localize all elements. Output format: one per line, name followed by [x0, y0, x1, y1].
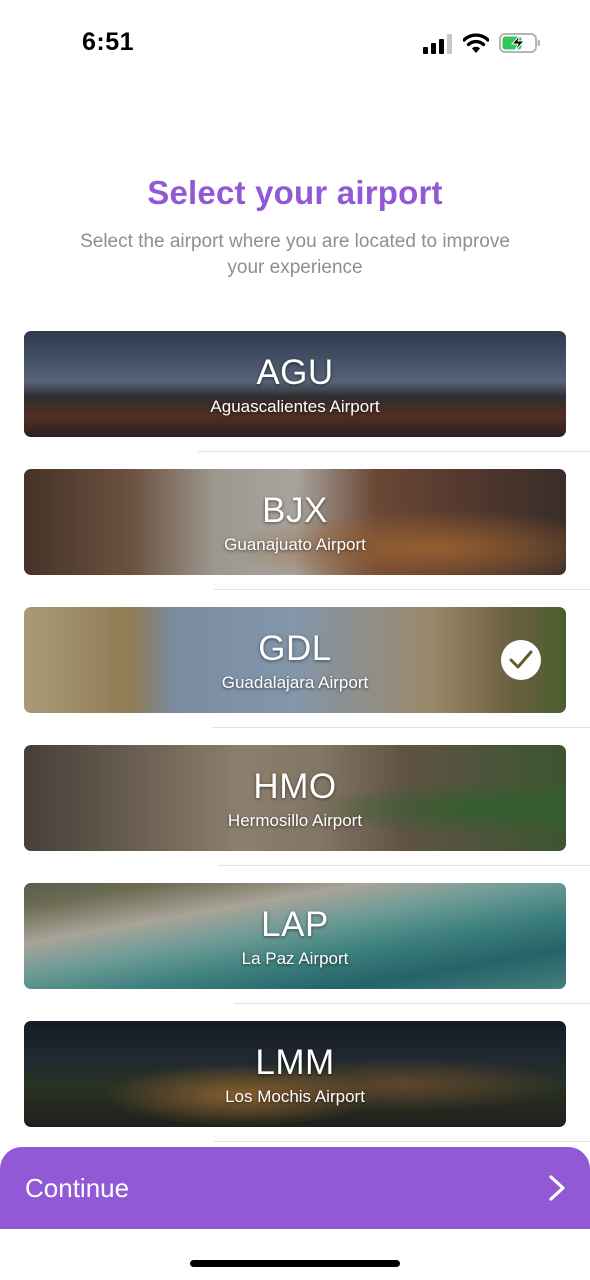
wifi-icon — [463, 33, 489, 53]
divider — [214, 589, 590, 590]
airport-code: AGU — [256, 353, 334, 392]
airport-code: GDL — [258, 629, 332, 668]
airport-code: LAP — [261, 905, 329, 944]
continue-label: Continue — [25, 1173, 130, 1203]
page-subtitle: Select the airport where you are located… — [80, 231, 510, 278]
airport-card-gdl[interactable]: GDL Guadalajara Airport — [24, 607, 566, 713]
airport-card-agu[interactable]: AGU Aguascalientes Airport — [24, 331, 566, 437]
chevron-right-icon — [549, 1175, 565, 1201]
airport-name: Guadalajara Airport — [221, 673, 369, 692]
signal-icon — [423, 34, 452, 54]
check-icon — [501, 640, 541, 680]
airport-name: Hermosillo Airport — [227, 811, 363, 830]
divider — [212, 727, 590, 728]
airport-code: LMM — [255, 1043, 335, 1082]
divider — [234, 1003, 590, 1004]
airport-code: HMO — [253, 767, 337, 806]
divider — [198, 451, 590, 452]
divider — [214, 1141, 590, 1142]
airport-name: Los Mochis Airport — [225, 1087, 365, 1106]
airport-card-bjx[interactable]: BJX Guanajuato Airport — [24, 469, 566, 575]
home-indicator — [190, 1260, 400, 1267]
airport-card-lmm[interactable]: LMM Los Mochis Airport — [24, 1021, 566, 1127]
airport-name: Guanajuato Airport — [224, 535, 366, 554]
status-bar: 6:51 — [0, 0, 590, 90]
continue-button[interactable]: Continue — [0, 1147, 590, 1229]
airport-card-lap[interactable]: LAP La Paz Airport — [24, 883, 566, 989]
airport-card-hmo[interactable]: HMO Hermosillo Airport — [24, 745, 566, 851]
airport-code: BJX — [262, 491, 328, 530]
divider — [218, 865, 590, 866]
airport-name: La Paz Airport — [241, 949, 349, 968]
status-time: 6:51 — [82, 28, 135, 56]
airport-name: Aguascalientes Airport — [210, 397, 380, 416]
page-title: Select your airport — [147, 174, 443, 211]
battery-charging-icon — [499, 33, 540, 53]
